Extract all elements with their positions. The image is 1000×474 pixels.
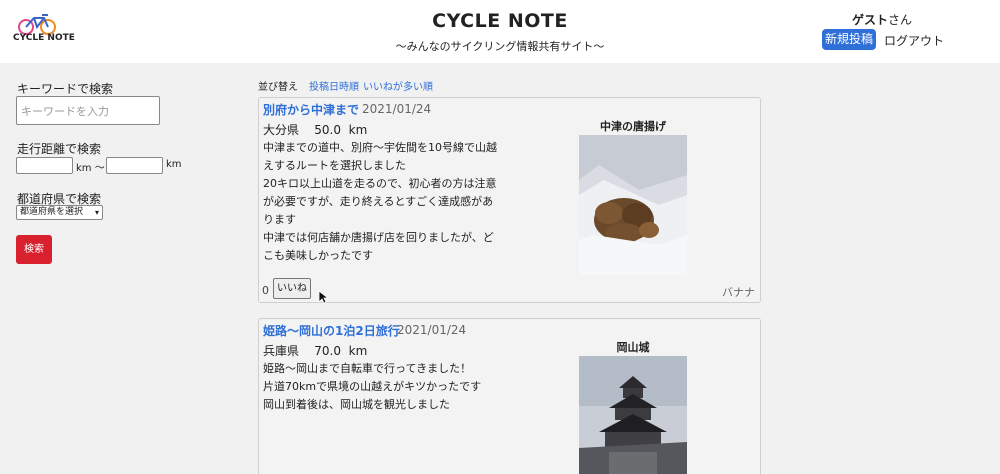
post-body-line: 姫路〜岡山まで自転車で行ってきました！ bbox=[263, 362, 472, 375]
post-distance-unit: km bbox=[348, 344, 368, 358]
post-card: 姫路〜岡山の1泊2日旅行 2021/01/24 兵庫県 70.0 km 姫路〜岡… bbox=[258, 318, 761, 474]
post-date: 2021/01/24 bbox=[362, 102, 432, 116]
post-body-line: 岡山到着後は、岡山城を観光しました bbox=[263, 398, 450, 411]
logout-link[interactable]: ログアウト bbox=[884, 32, 944, 49]
photo-title: 岡山城 bbox=[616, 341, 650, 354]
post-meta: 兵庫県 70.0 km bbox=[263, 342, 367, 359]
post-body: 中津までの道中、別府〜宇佐間を10号線で山越 えするルートを選択しました 20キ… bbox=[263, 139, 515, 265]
post-body: 姫路〜岡山まで自転車で行ってきました！ 片道70kmで県境の山越えがキツかったで… bbox=[263, 360, 515, 414]
post-body-line: ります bbox=[263, 213, 296, 226]
post-body-line: 20キロ以上山道を走るので、初心者の方は注意 bbox=[263, 177, 497, 190]
prefecture-select[interactable]: 都道府県を選択 ▾ bbox=[16, 205, 103, 220]
post-title-link[interactable]: 姫路〜岡山の1泊2日旅行 bbox=[263, 322, 400, 339]
post-prefecture: 大分県 bbox=[263, 123, 300, 137]
post-distance: 50.0 bbox=[314, 123, 341, 137]
like-count: 0 bbox=[262, 284, 269, 297]
sort-label: 並び替え bbox=[258, 82, 298, 93]
search-button[interactable]: 検索 bbox=[16, 235, 52, 264]
prefecture-selected-value: 都道府県を選択 bbox=[20, 207, 84, 217]
sort-by-date-link[interactable]: 投稿日時順 bbox=[309, 78, 359, 93]
distance-search-label: 走行距離で検索 bbox=[17, 142, 102, 156]
chevron-down-icon: ▾ bbox=[94, 208, 99, 217]
post-meta: 大分県 50.0 km bbox=[263, 121, 367, 138]
post-body-line: 中津では何店舗か唐揚げ店を回りましたが、ど bbox=[263, 231, 494, 244]
post-prefecture: 兵庫県 bbox=[263, 344, 300, 358]
guest-name: ゲスト bbox=[852, 13, 889, 27]
post-body-line: 片道70kmで県境の山越えがキツかったです bbox=[263, 380, 482, 393]
post-body-line: が必要ですが、走り終えるとすごく達成感があ bbox=[263, 195, 494, 208]
keyword-search-label: キーワードで検索 bbox=[17, 82, 114, 96]
post-body-line: 中津までの道中、別府〜宇佐間を10号線で山越 bbox=[263, 141, 497, 154]
sort-by-likes-link[interactable]: いいねが多い順 bbox=[363, 78, 433, 93]
guest-suffix: さん bbox=[888, 13, 913, 27]
post-date: 2021/01/24 bbox=[397, 323, 467, 337]
keyword-search-input[interactable]: キーワードを入力 bbox=[16, 96, 160, 125]
distance-max-input[interactable] bbox=[106, 157, 163, 174]
post-author: バナナ bbox=[722, 286, 755, 299]
post-body-line: こも美味しかったです bbox=[263, 249, 373, 262]
site-header: CYCLE NOTE CYCLE NOTE 〜みんなのサイクリング情報共有サイト… bbox=[0, 0, 1000, 63]
photo-title: 中津の唐揚げ bbox=[600, 120, 666, 133]
post-distance: 70.0 bbox=[314, 344, 341, 358]
post-distance-unit: km bbox=[348, 123, 368, 137]
okayama-castle-photo bbox=[579, 356, 687, 474]
distance-min-unit: km 〜 bbox=[76, 163, 105, 174]
distance-min-input[interactable] bbox=[16, 157, 73, 174]
post-card: 別府から中津まで 2021/01/24 大分県 50.0 km 中津までの道中、… bbox=[258, 97, 761, 303]
post-body-line: えするルートを選択しました bbox=[263, 159, 406, 172]
like-button[interactable]: いいね bbox=[273, 278, 311, 299]
mouse-cursor-icon bbox=[318, 290, 330, 304]
distance-max-unit: km bbox=[166, 159, 182, 170]
new-post-button[interactable]: 新規投稿 bbox=[822, 29, 876, 50]
guest-greeting: ゲストさん bbox=[852, 11, 912, 28]
post-title-link[interactable]: 別府から中津まで bbox=[263, 101, 359, 118]
karaage-photo bbox=[579, 135, 687, 275]
